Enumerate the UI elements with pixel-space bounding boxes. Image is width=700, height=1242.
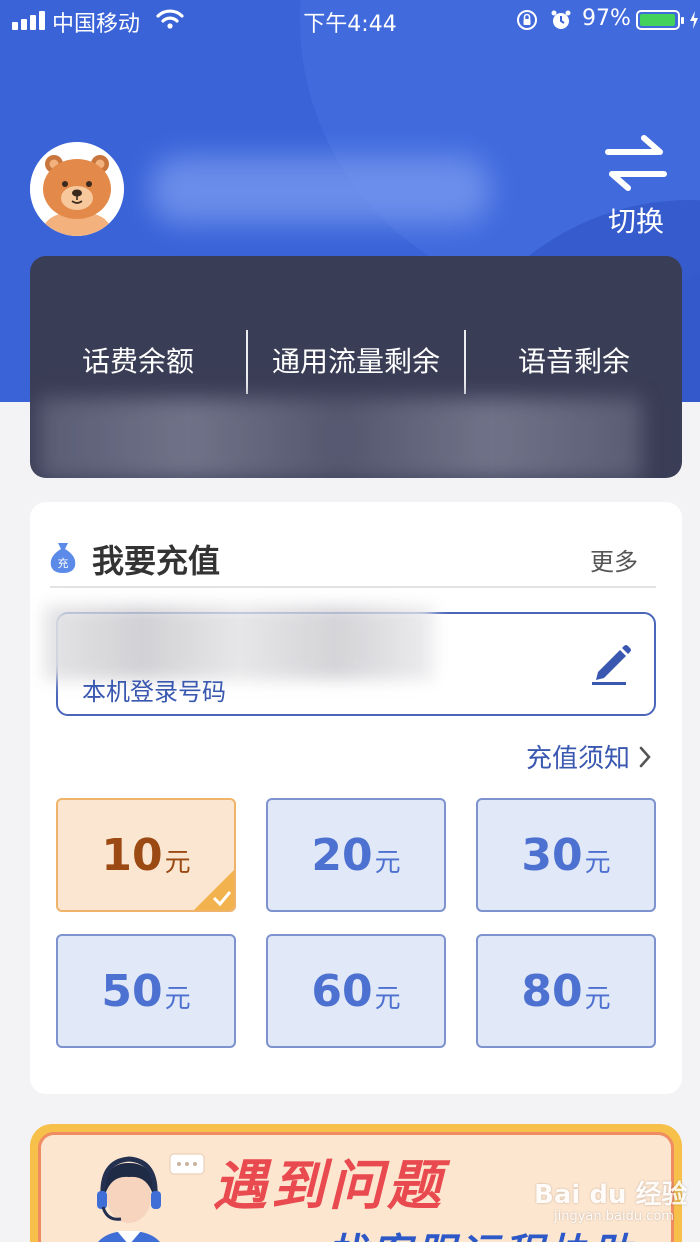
money-bag-icon: 充 [50, 543, 76, 573]
edit-pencil-icon[interactable] [588, 640, 632, 686]
amount-option[interactable]: 20 元 [266, 798, 446, 912]
balance-card: 话费余额 通用流量剩余 语音剩余 [30, 256, 682, 478]
status-bar: 中国移动 下午4:44 97% [0, 0, 700, 40]
more-link[interactable]: 更多 [590, 542, 638, 577]
balance-tab-voice[interactable]: 语音剩余 [466, 330, 682, 394]
amount-value: 80 [521, 965, 583, 1017]
recharge-notice-link[interactable]: 充值须知 [526, 738, 652, 775]
chevron-right-icon [639, 746, 651, 767]
balance-tab-label: 语音剩余 [517, 345, 630, 378]
amount-unit: 元 [164, 983, 191, 1014]
notice-label: 充值须知 [525, 744, 630, 774]
switch-label: 切换 [607, 205, 664, 238]
amount-unit: 元 [164, 847, 191, 878]
watermark-text: Bai du 经验 [534, 1180, 688, 1210]
swap-arrows-icon [605, 135, 667, 191]
svg-text:充: 充 [58, 556, 69, 570]
recharge-title: 我要充值 [92, 542, 221, 580]
recharge-card: 充 我要充值 更多 本机登录号码 充值须知 10 元 20 元 30 元 50 元 60 元 80 元 [30, 502, 682, 1094]
rotation-lock-icon [517, 10, 537, 30]
banner-title: 遇到问题 [213, 1154, 445, 1217]
phone-number-redacted [44, 606, 434, 680]
bear-avatar-icon [30, 142, 124, 236]
amount-unit: 元 [584, 983, 611, 1014]
banner-subtitle: 找客服远程协助 [327, 1221, 635, 1242]
balance-tab-label: 话费余额 [81, 345, 194, 378]
amount-option[interactable]: 50 元 [56, 934, 236, 1048]
watermark: Bai du 经验 jingyan.baidu.com [534, 1174, 688, 1224]
battery-icon [636, 10, 684, 30]
amount-value: 10 [101, 829, 163, 881]
balance-tab-fee[interactable]: 话费余额 [30, 330, 246, 394]
amount-option[interactable]: 60 元 [266, 934, 446, 1048]
alarm-icon [551, 10, 571, 29]
amount-value: 20 [311, 829, 373, 881]
amount-option[interactable]: 10 元 [56, 798, 236, 912]
phone-caption: 本机登录号码 [82, 678, 226, 706]
balance-tab-label: 通用流量剩余 [271, 345, 440, 378]
switch-account-button[interactable]: 切换 [598, 132, 674, 242]
balance-tab-data[interactable]: 通用流量剩余 [248, 330, 464, 394]
amount-value: 30 [521, 829, 583, 881]
chat-bubble-icon [169, 1153, 205, 1175]
amount-unit: 元 [374, 983, 401, 1014]
amount-unit: 元 [584, 847, 611, 878]
charging-icon [690, 11, 698, 29]
divider [50, 586, 656, 588]
amount-value: 50 [101, 965, 163, 1017]
amount-option[interactable]: 80 元 [476, 934, 656, 1048]
balance-values-redacted [38, 398, 642, 478]
avatar[interactable] [30, 142, 124, 236]
customer-service-agent-icon [97, 1156, 161, 1242]
username-redacted [150, 156, 490, 224]
amount-option[interactable]: 30 元 [476, 798, 656, 912]
selected-check-icon [194, 870, 234, 910]
battery-percent: 97% [582, 6, 631, 31]
amount-value: 60 [311, 965, 373, 1017]
amount-unit: 元 [374, 847, 401, 878]
watermark-url: jingyan.baidu.com [554, 1209, 674, 1224]
